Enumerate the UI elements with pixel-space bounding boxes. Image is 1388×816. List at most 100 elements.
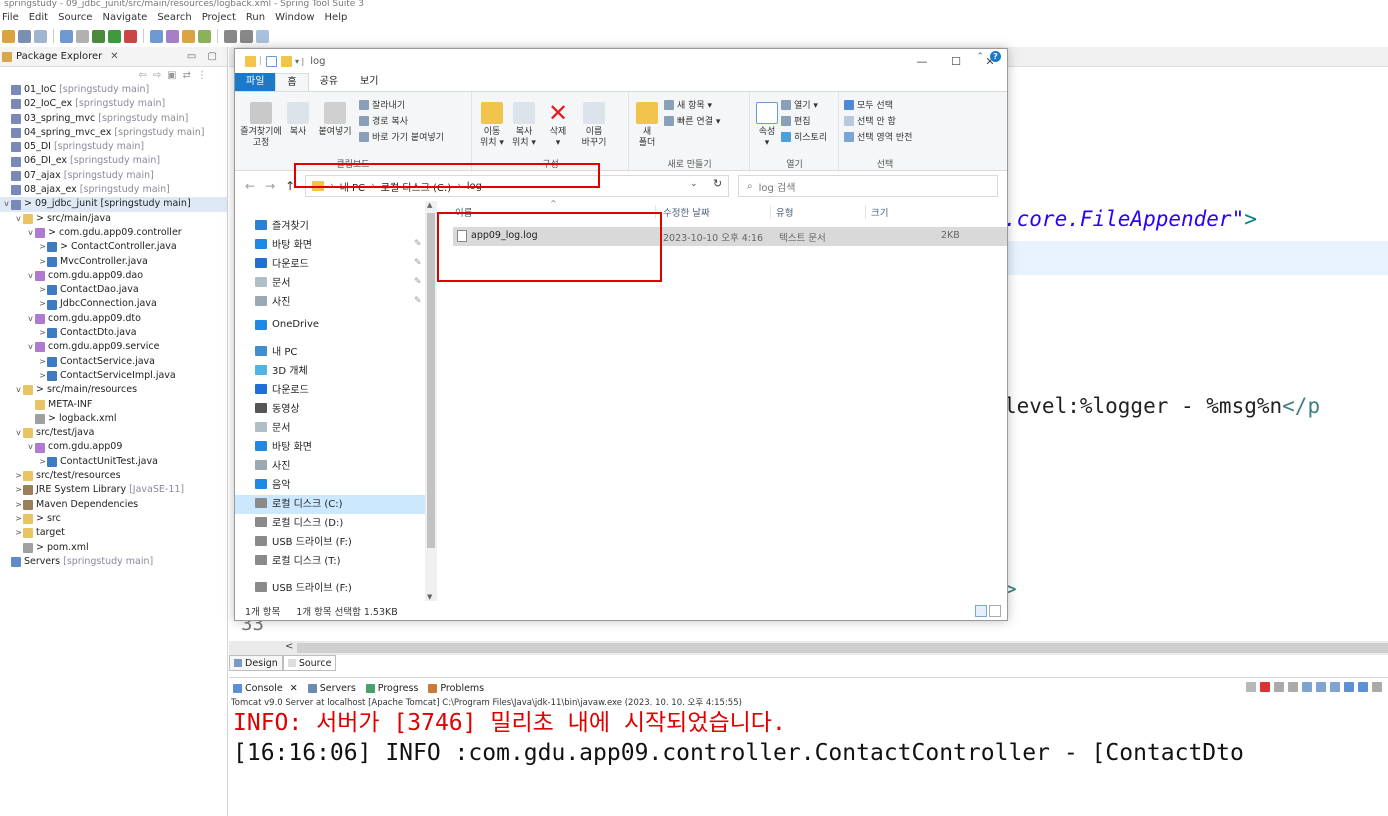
stop-icon[interactable] — [1246, 682, 1256, 692]
chevron-right-icon[interactable]: > — [38, 240, 47, 254]
menu-item-run[interactable]: Run — [246, 12, 265, 23]
nav-item[interactable]: 문서 ✎ — [255, 274, 422, 289]
tree-item[interactable]: > src/test/resources — [0, 469, 227, 483]
scroll-down-icon[interactable]: ▼ — [427, 593, 432, 601]
nav-item[interactable]: 로컬 디스크 (D:) — [255, 514, 343, 529]
search-box[interactable]: ⌕ log 검색 — [738, 175, 998, 197]
menu-item-file[interactable]: File — [2, 12, 19, 23]
nav-item[interactable]: 다운로드 — [255, 381, 309, 396]
forward-arrow-icon[interactable]: → — [265, 179, 275, 193]
nav-item[interactable]: 바탕 화면 ✎ — [255, 236, 422, 251]
tree-item[interactable]: > MvcController.java — [0, 255, 227, 269]
large-icons-view-icon[interactable] — [989, 605, 1001, 617]
chevron-right-icon[interactable]: > — [38, 455, 47, 469]
pin-icon[interactable]: ✎ — [414, 277, 422, 287]
minimize-maximize-icon[interactable]: ▭ ▢ — [187, 51, 221, 62]
pin-to-quick-access-button[interactable]: 즐겨찾기에 고정 — [239, 102, 283, 149]
save-icon[interactable] — [18, 29, 31, 43]
console-tab-servers[interactable]: Servers — [307, 683, 356, 694]
collapse-all-icon[interactable]: ▣ — [167, 70, 176, 81]
nav-item[interactable]: 사진 — [255, 457, 290, 472]
tree-item[interactable]: 03_spring_mvc [springstudy main] — [0, 112, 227, 126]
scroll-up-icon[interactable]: ▲ — [427, 201, 432, 209]
chevron-down-icon[interactable]: v — [14, 212, 23, 226]
editor-horizontal-scrollbar[interactable]: < — [229, 641, 1388, 655]
menu-item-help[interactable]: Help — [325, 12, 348, 23]
scroll-lock-icon[interactable] — [1302, 682, 1312, 692]
move-to-button[interactable]: 이동 위치 ▾ — [477, 102, 507, 149]
customize-toolbar-icon[interactable]: ▾ | — [295, 57, 304, 66]
tree-item[interactable]: > JRE System Library [JavaSE-11] — [0, 483, 227, 497]
folder-icon[interactable] — [182, 29, 195, 43]
ribbon-tab[interactable]: 홈 — [275, 73, 309, 91]
tab-design[interactable]: Design — [229, 655, 283, 671]
ribbon-tab[interactable]: 보기 — [349, 73, 389, 91]
collapse-ribbon-icon[interactable]: ⌃ — [976, 52, 984, 62]
select-none-button[interactable]: 선택 안 함 — [844, 114, 896, 127]
tree-item[interactable]: > ContactService.java — [0, 355, 227, 369]
nav-item-onedrive[interactable]: OneDrive — [255, 319, 319, 330]
rename-button[interactable]: 이름 바꾸기 — [577, 102, 611, 149]
copy-to-button[interactable]: 복사 위치 ▾ — [509, 102, 539, 149]
tree-item[interactable]: > ContactServiceImpl.java — [0, 369, 227, 383]
new-icon[interactable] — [2, 29, 15, 43]
chevron-down-icon[interactable]: v — [26, 312, 35, 326]
chevron-right-icon[interactable]: > — [38, 355, 47, 369]
nav-item[interactable]: 바탕 화면 — [255, 438, 312, 453]
nav-item[interactable]: USB 드라이브 (F:) — [255, 533, 352, 548]
tree-item[interactable]: Servers [springstudy main] — [0, 555, 227, 569]
link-editor-icon[interactable]: ⇄ — [183, 70, 191, 81]
cut-button[interactable]: 잘라내기 — [359, 98, 405, 111]
pin-icon[interactable]: ✎ — [414, 296, 422, 306]
chevron-right-icon[interactable]: > — [38, 369, 47, 383]
tree-item[interactable]: > pom.xml — [0, 541, 227, 555]
new-folder-icon[interactable] — [281, 55, 292, 67]
word-wrap-icon[interactable] — [1316, 682, 1326, 692]
tree-item[interactable]: > > ContactController.java — [0, 240, 227, 254]
column-header-date[interactable]: 수정한 날짜 — [663, 205, 710, 219]
pin-console-icon[interactable] — [1330, 682, 1340, 692]
tree-item[interactable]: 05_DI [springstudy main] — [0, 140, 227, 154]
nav-item[interactable]: 로컬 디스크 (T:) — [255, 552, 341, 567]
code-line-pattern[interactable]: level:%logger - %msg%n</p — [1004, 394, 1320, 418]
menu-item-navigate[interactable]: Navigate — [102, 12, 147, 23]
back-arrow-icon[interactable]: ← — [245, 179, 255, 193]
ribbon-tab[interactable]: 공유 — [309, 73, 349, 91]
console-tab-console[interactable]: Console ✕ — [233, 683, 298, 694]
history-button[interactable]: 히스토리 — [781, 130, 827, 143]
nav-item[interactable]: 음악 — [255, 476, 290, 491]
refresh-icon[interactable]: ↻ — [713, 177, 722, 190]
tree-item[interactable]: > target — [0, 526, 227, 540]
chevron-right-icon[interactable]: > — [14, 512, 23, 526]
tree-item[interactable]: > > src — [0, 512, 227, 526]
minimize-icon[interactable] — [1372, 682, 1382, 692]
close-icon[interactable]: ✕ — [110, 51, 118, 62]
tab-source[interactable]: Source — [282, 655, 337, 671]
tree-item[interactable]: v com.gdu.app09.service — [0, 340, 227, 354]
tree-item[interactable]: v > com.gdu.app09.controller — [0, 226, 227, 240]
terminal-icon[interactable] — [76, 29, 89, 43]
nav-item[interactable]: 문서 — [255, 419, 290, 434]
tree-item[interactable]: v > src/main/resources — [0, 383, 227, 397]
copy-button[interactable]: 복사 — [285, 102, 311, 138]
tree-item[interactable]: 07_ajax [springstudy main] — [0, 169, 227, 183]
properties-button[interactable]: 속성 ▾ — [755, 102, 779, 149]
properties-icon[interactable] — [266, 55, 277, 67]
nav-item[interactable]: 다운로드 ✎ — [255, 255, 422, 270]
terminate-icon[interactable] — [1260, 682, 1270, 692]
new-item-button[interactable]: 새 항목 ▾ — [664, 98, 712, 111]
nav-item-usb[interactable]: USB 드라이브 (F:) — [255, 579, 352, 594]
chevron-down-icon[interactable]: v — [26, 340, 35, 354]
nav-item[interactable]: 사진 ✎ — [255, 293, 422, 308]
menu-item-window[interactable]: Window — [275, 12, 314, 23]
forward-icon[interactable] — [240, 29, 253, 43]
column-header-size[interactable]: 크기 — [871, 205, 888, 219]
pin-icon[interactable]: ✎ — [414, 258, 422, 268]
column-header-type[interactable]: 유형 — [776, 205, 793, 219]
back-icon[interactable]: ⇦ — [138, 70, 146, 81]
chevron-down-icon[interactable]: v — [14, 426, 23, 440]
tree-item[interactable]: 01_IoC [springstudy main] — [0, 83, 227, 97]
chevron-right-icon[interactable]: > — [14, 483, 23, 497]
new-folder-button[interactable]: 새 폴더 — [634, 102, 660, 149]
annotation-icon[interactable] — [198, 29, 211, 43]
